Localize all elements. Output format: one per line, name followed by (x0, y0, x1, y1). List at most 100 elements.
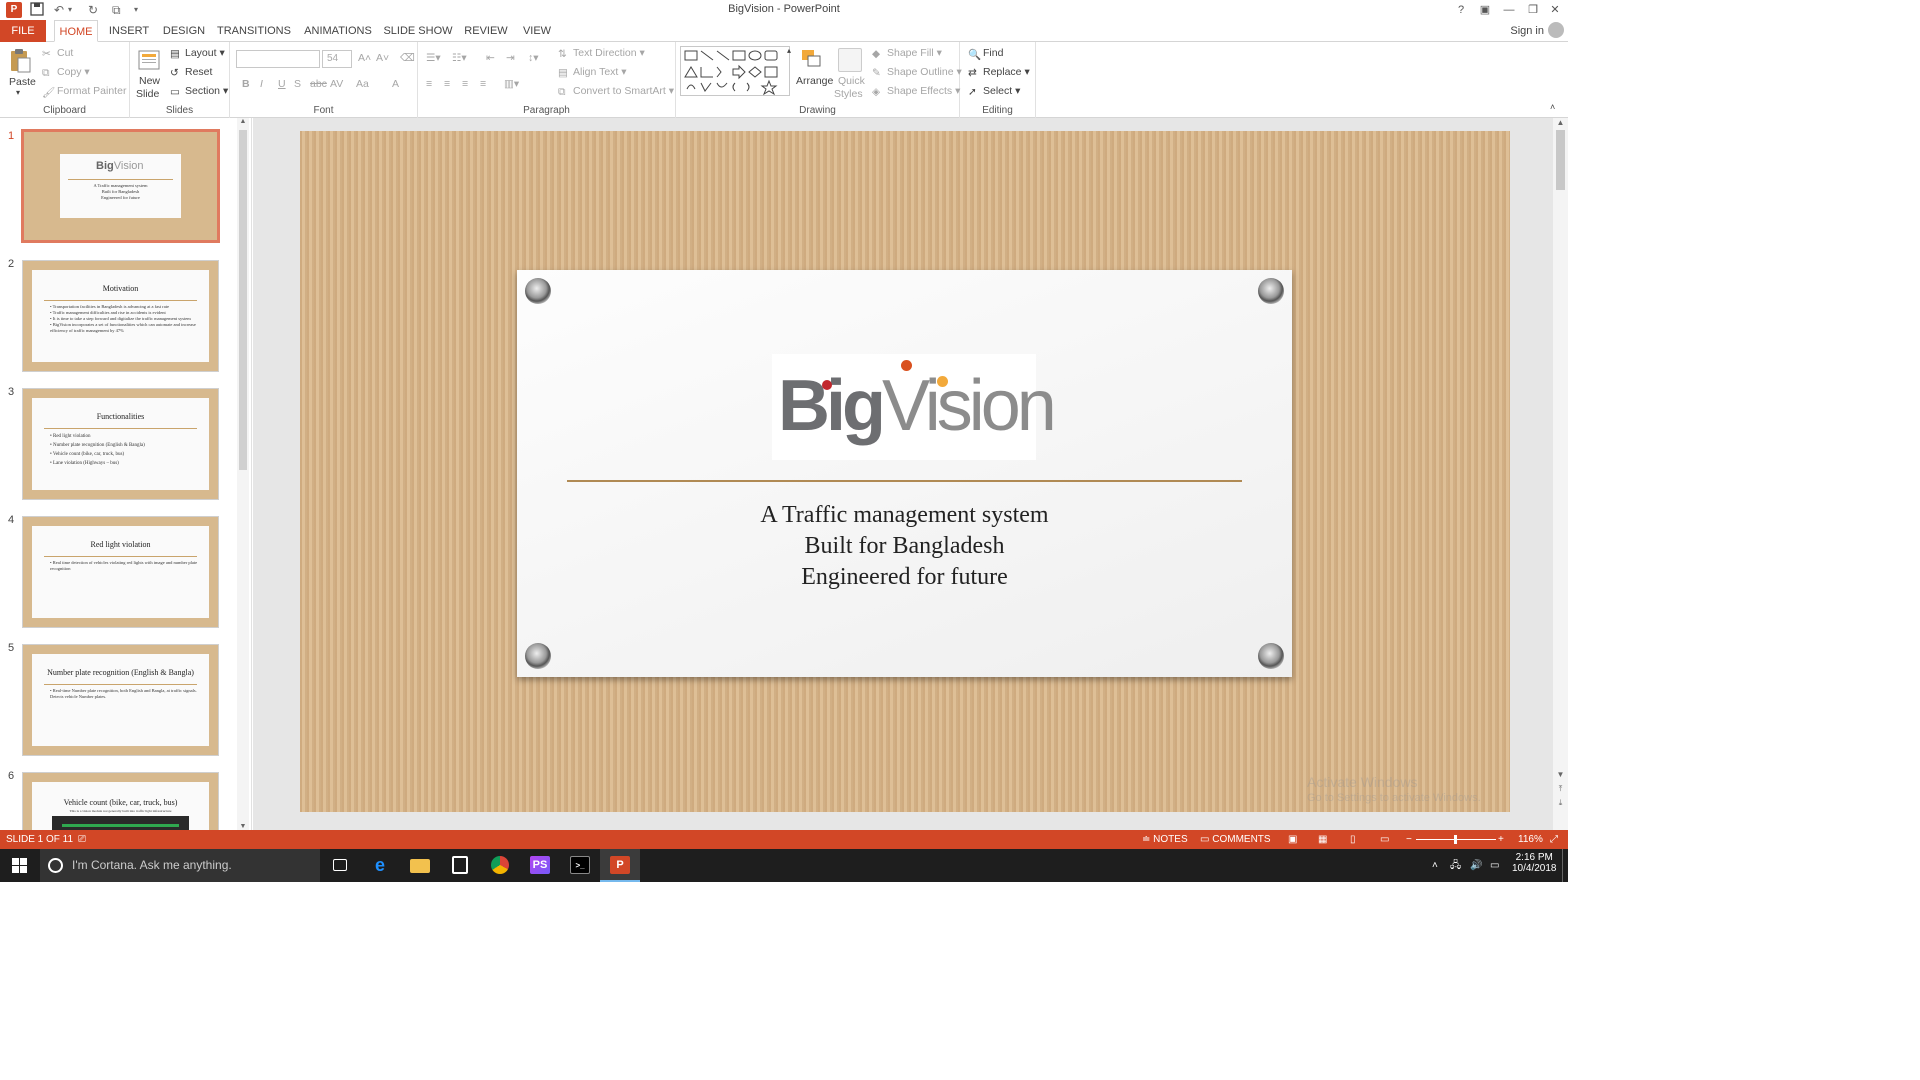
format-painter-button[interactable]: 🖌 Format Painter (42, 85, 126, 99)
quick-styles-icon[interactable] (838, 48, 862, 72)
slide-sorter-icon[interactable]: ▦ (1318, 830, 1327, 849)
shadow-button[interactable]: S (294, 78, 301, 90)
new-slide-icon[interactable] (138, 46, 160, 72)
slide-thumbnail[interactable]: Motivation • Transportation facilities i… (22, 260, 219, 372)
sign-in-link[interactable]: Sign in (1510, 20, 1544, 42)
font-color-button[interactable]: A (392, 78, 399, 90)
zoom-out-icon[interactable]: − (1406, 830, 1412, 849)
tab-insert[interactable]: INSERT (104, 20, 154, 42)
scroll-up-icon[interactable]: ▲ (1553, 118, 1568, 127)
bullets-icon[interactable]: ☰▾ (426, 52, 441, 64)
thumbnail-scrollbar[interactable]: ▲ ▼ (237, 118, 249, 830)
shape-outline-button[interactable]: ✎ Shape Outline ▾ (872, 66, 962, 79)
task-view-icon[interactable] (320, 849, 360, 882)
terminal-icon[interactable]: >_ (560, 849, 600, 882)
tab-design[interactable]: DESIGN (160, 20, 208, 42)
bold-button[interactable]: B (242, 78, 250, 90)
layout-button[interactable]: ▤ Layout ▾ (170, 47, 225, 60)
numbering-icon[interactable]: ☷▾ (452, 52, 467, 64)
font-name-select[interactable] (236, 50, 320, 68)
scroll-down-icon[interactable]: ▼ (237, 823, 249, 830)
network-icon[interactable]: 🖧 (1450, 849, 1461, 882)
minimize-button[interactable]: — (1498, 2, 1520, 18)
action-center-icon[interactable]: ▭ (1490, 849, 1499, 882)
font-size-select[interactable]: 54 (322, 50, 352, 68)
grow-font-icon[interactable]: A˄ (358, 52, 371, 64)
strikethrough-button[interactable]: abc (310, 78, 327, 90)
next-slide-icon[interactable]: ⤓ (1553, 798, 1568, 808)
scroll-up-icon[interactable]: ▲ (237, 118, 249, 125)
phpstorm-icon[interactable]: PS (520, 849, 560, 882)
tab-home[interactable]: HOME (54, 20, 98, 42)
decrease-indent-icon[interactable]: ⇤ (486, 52, 495, 64)
thumbnail-scroll-thumb[interactable] (239, 130, 247, 470)
align-left-icon[interactable]: ≡ (426, 78, 432, 90)
columns-icon[interactable]: ▥▾ (504, 78, 519, 90)
shape-fill-button[interactable]: ◆ Shape Fill ▾ (872, 47, 942, 60)
shape-effects-button[interactable]: ◈ Shape Effects ▾ (872, 85, 960, 98)
chrome-icon[interactable] (480, 849, 520, 882)
quick-styles-label[interactable]: Quick (838, 75, 865, 87)
tab-animations[interactable]: ANIMATIONS (300, 20, 376, 42)
replace-button[interactable]: ⇄ Replace ▾ (968, 66, 1030, 79)
title-card[interactable]: BigVision A Traffic management system Bu… (517, 270, 1292, 677)
increase-indent-icon[interactable]: ⇥ (506, 52, 515, 64)
quick-styles-label-2[interactable]: Styles (834, 88, 863, 100)
clock[interactable]: 2:16 PM 10/4/2018 (1512, 852, 1557, 885)
clear-formatting-icon[interactable]: ⌫ (400, 52, 415, 64)
slide-thumbnail[interactable]: Functionalities • Red light violation • … (22, 388, 219, 500)
volume-icon[interactable]: 🔊 (1470, 849, 1482, 882)
italic-button[interactable]: I (260, 78, 263, 90)
tab-transitions[interactable]: TRANSITIONS (214, 20, 294, 42)
help-button[interactable]: ? (1450, 2, 1472, 18)
slide-scrollbar[interactable]: ▲ ▼ ⤒ ⤓ (1553, 118, 1568, 830)
line-spacing-icon[interactable]: ↕▾ (528, 52, 539, 64)
select-button[interactable]: ➚ Select ▾ (968, 85, 1020, 98)
slideshow-view-icon[interactable]: ▭ (1380, 830, 1389, 849)
new-slide-label-2[interactable]: Slide (136, 88, 159, 100)
fit-slide-icon[interactable]: ⤢ (1550, 830, 1558, 849)
change-case-button[interactable]: Aa (356, 78, 369, 90)
reading-view-icon[interactable]: ▯ (1350, 830, 1356, 849)
ribbon-display-options-icon[interactable]: ▣ (1474, 2, 1496, 18)
paste-icon[interactable] (9, 48, 31, 74)
edge-browser-icon[interactable]: e (360, 849, 400, 882)
start-button[interactable] (0, 849, 40, 882)
powerpoint-taskbar-icon[interactable]: P (600, 849, 640, 882)
tab-file[interactable]: FILE (0, 20, 46, 42)
tab-slideshow[interactable]: SLIDE SHOW (382, 20, 454, 42)
paste-dropdown-icon[interactable]: ▾ (16, 88, 20, 97)
spell-check-icon[interactable]: ⎚ (78, 830, 86, 849)
arrange-icon[interactable] (800, 48, 824, 70)
new-slide-label[interactable]: New (139, 75, 160, 87)
store-icon[interactable] (440, 849, 480, 882)
justify-icon[interactable]: ≡ (480, 78, 486, 90)
slide-thumbnail[interactable]: Number plate recognition (English & Bang… (22, 644, 219, 756)
scroll-down-icon[interactable]: ▼ (1553, 770, 1568, 779)
file-explorer-icon[interactable] (400, 849, 440, 882)
zoom-in-icon[interactable]: + (1498, 830, 1504, 849)
comments-button[interactable]: ▭ COMMENTS (1200, 830, 1271, 849)
shapes-scroll-icon[interactable]: ▴ (787, 46, 791, 55)
section-button[interactable]: ▭ Section ▾ (170, 85, 228, 98)
shapes-gallery[interactable] (680, 46, 790, 96)
paste-button[interactable]: Paste (9, 76, 36, 88)
collapse-ribbon-icon[interactable]: ˄ (1550, 102, 1555, 112)
align-center-icon[interactable]: ≡ (444, 78, 450, 90)
user-avatar-icon[interactable] (1548, 22, 1564, 38)
tab-review[interactable]: REVIEW (460, 20, 512, 42)
underline-button[interactable]: U (278, 78, 286, 90)
notes-button[interactable]: ≐ NOTES (1142, 830, 1188, 849)
zoom-slider-thumb[interactable] (1454, 835, 1457, 844)
cortana-search-box[interactable]: I'm Cortana. Ask me anything. (40, 849, 320, 882)
text-direction-button[interactable]: ⇅ Text Direction ▾ (558, 47, 645, 60)
restore-button[interactable]: ❐ (1522, 2, 1544, 18)
bigvision-logo[interactable]: BigVision (772, 354, 1057, 460)
slide-thumbnail[interactable]: Vehicle count (bike, car, truck, bus) Th… (22, 772, 219, 830)
slide-thumbnail[interactable]: BigVision A Traffic management system Bu… (21, 129, 220, 243)
current-slide[interactable]: BigVision A Traffic management system Bu… (300, 131, 1510, 812)
arrange-button[interactable]: Arrange (796, 75, 833, 87)
shrink-font-icon[interactable]: A˅ (376, 52, 389, 64)
align-text-button[interactable]: ▤ Align Text ▾ (558, 66, 627, 79)
cut-button[interactable]: ✂ Cut (42, 47, 73, 60)
